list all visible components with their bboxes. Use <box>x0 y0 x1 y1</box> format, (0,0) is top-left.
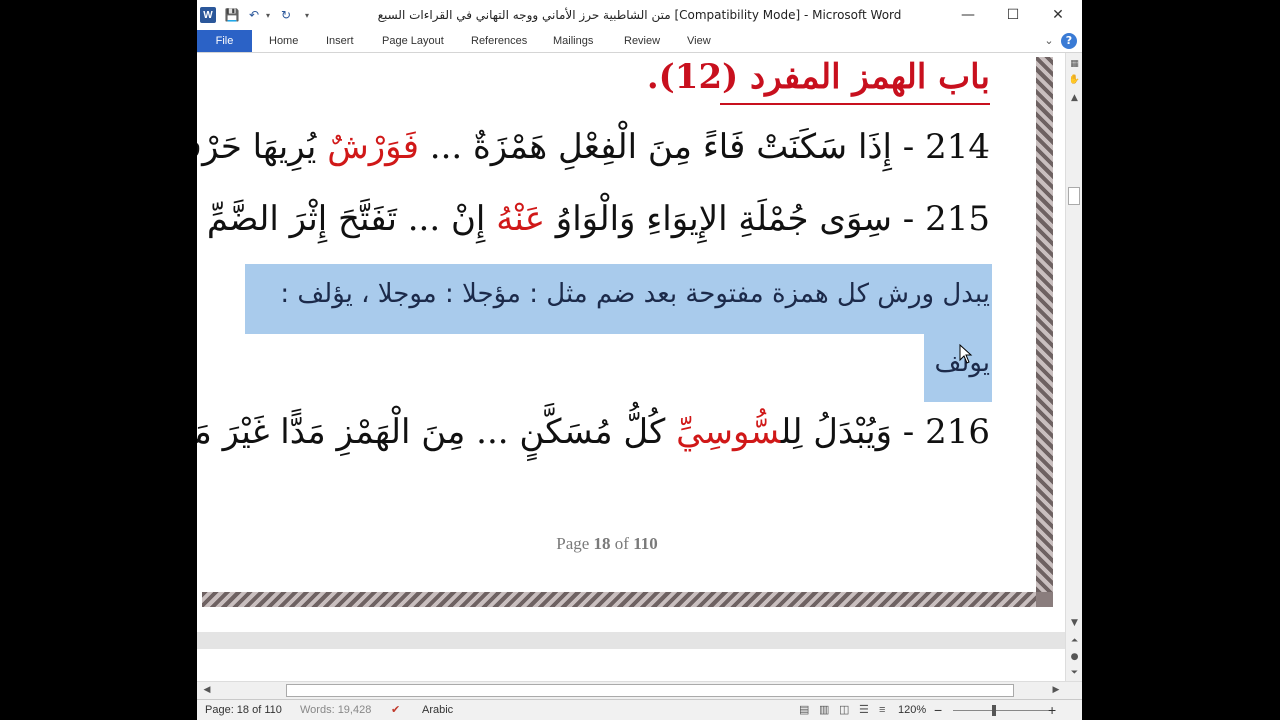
ribbon-minimize-icon[interactable]: ⌄ <box>1041 33 1057 49</box>
verse-text: يُرِيهَا حَرْفَ مَدٍّ مُبَدِّلَا <box>197 127 317 167</box>
tab-page-layout[interactable]: Page Layout <box>382 30 444 52</box>
browse-object-icon[interactable]: ● <box>1066 649 1082 665</box>
tab-review[interactable]: Review <box>624 30 660 52</box>
verse-highlight: عَنْهُ <box>496 199 545 239</box>
zoom-in-button[interactable]: + <box>1048 700 1056 720</box>
draft-icon[interactable]: ≡ <box>879 700 885 720</box>
scroll-right-icon[interactable]: ▶ <box>1048 682 1064 699</box>
next-page <box>202 649 1052 681</box>
verse-216: 216 - وَيُبْدَلُ لِلسُّوسِيِّ كُلُّ مُسَ… <box>197 412 990 452</box>
tab-view[interactable]: View <box>687 30 711 52</box>
outline-icon[interactable]: ☰ <box>859 700 869 720</box>
verse-text: - وَيُبْدَلُ لِل <box>780 412 926 452</box>
horizontal-scrollbar[interactable]: ◀ ▶ <box>197 681 1082 699</box>
page-number-footer: Page 18 of 110 <box>556 534 658 553</box>
verse-215: 215 - سِوَى جُمْلَةِ الإِيوَاءِ وَالْوَا… <box>197 199 990 239</box>
tab-file[interactable]: File <box>197 30 252 52</box>
print-layout-icon[interactable]: ▤ <box>799 700 809 720</box>
ruler-toggle-icon[interactable]: ▦ <box>1066 56 1082 72</box>
tab-references[interactable]: References <box>471 30 527 52</box>
tab-insert[interactable]: Insert <box>326 30 354 52</box>
page-separator <box>197 632 1065 649</box>
zoom-level[interactable]: 120% <box>898 700 926 720</box>
next-page-icon[interactable]: ⏷ <box>1066 665 1082 681</box>
horizontal-scroll-thumb[interactable] <box>286 684 1014 697</box>
verse-number: 216 <box>925 412 990 452</box>
page-count-status[interactable]: Page: 18 of 110 <box>205 700 282 720</box>
proofing-icon[interactable]: ✔ <box>391 700 400 720</box>
vertical-scroll-thumb[interactable] <box>1068 187 1080 205</box>
word-window: W 💾 ↶ ▾ ↻ ▾ متن الشاطبية حرز الأماني ووج… <box>197 0 1082 720</box>
vertical-scrollbar[interactable]: ▦ ✋ ▲ ▼ ⏶ ● ⏷ <box>1065 53 1082 681</box>
zoom-out-button[interactable]: − <box>934 700 942 720</box>
zoom-slider-track[interactable] <box>953 710 1049 711</box>
verse-text: - سِوَى جُمْلَةِ الإِيوَاءِ وَالْوَاوُ <box>544 199 926 239</box>
pan-icon[interactable]: ✋ <box>1066 72 1082 88</box>
minimize-button[interactable]: — <box>946 0 990 30</box>
verse-text: إِنْ ... تَفَتَّحَ إِثْرَ الضَّمِّ نَحْو… <box>197 199 486 239</box>
mouse-cursor-icon <box>959 344 973 364</box>
scroll-down-icon[interactable]: ▼ <box>1066 615 1082 631</box>
word-count-status[interactable]: Words: 19,428 <box>300 700 371 720</box>
scroll-left-icon[interactable]: ◀ <box>199 682 215 699</box>
verse-214: 214 - إِذَا سَكَنَتْ فَاءً مِنَ الْفِعْل… <box>197 127 990 167</box>
explanation-line-1: يبدل ورش كل همزة مفتوحة بعد ضم مثل : مؤج… <box>280 279 990 309</box>
tab-mailings[interactable]: Mailings <box>553 30 593 52</box>
heading-underline <box>720 103 990 105</box>
web-layout-icon[interactable]: ◫ <box>839 700 849 720</box>
help-icon[interactable]: ? <box>1061 33 1077 49</box>
close-button[interactable]: ✕ <box>1036 0 1080 30</box>
scroll-up-icon[interactable]: ▲ <box>1066 90 1082 106</box>
verse-highlight: فَوَرْشٌ <box>327 127 419 167</box>
zoom-slider-knob[interactable] <box>992 705 996 716</box>
document-page[interactable]: باب الهمز المفرد (12). 214 - إِذَا سَكَن… <box>197 57 1053 607</box>
verse-text: كُلُّ مُسَكَّنٍ ... مِنَ الْهَمْزِ مَدًّ… <box>197 412 666 452</box>
full-screen-reading-icon[interactable]: ▥ <box>819 700 829 720</box>
verse-highlight: سُّوسِيِّ <box>676 412 781 452</box>
title-bar: W 💾 ↶ ▾ ↻ ▾ متن الشاطبية حرز الأماني ووج… <box>197 0 1082 30</box>
language-status[interactable]: Arabic <box>422 700 453 720</box>
section-heading: باب الهمز المفرد (12). <box>646 57 990 97</box>
verse-number: 214 <box>925 127 990 167</box>
verse-number: 215 <box>925 199 990 239</box>
previous-page-icon[interactable]: ⏶ <box>1066 633 1082 649</box>
tab-home[interactable]: Home <box>269 30 298 52</box>
ribbon-tabs: File Home Insert Page Layout References … <box>197 30 1082 53</box>
verse-text: - إِذَا سَكَنَتْ فَاءً مِنَ الْفِعْلِ هَ… <box>418 127 926 167</box>
status-bar: Page: 18 of 110 Words: 19,428 ✔ Arabic ▤… <box>197 699 1082 720</box>
document-area[interactable]: باب الهمز المفرد (12). 214 - إِذَا سَكَن… <box>197 53 1065 681</box>
maximize-button[interactable]: ☐ <box>991 0 1035 30</box>
